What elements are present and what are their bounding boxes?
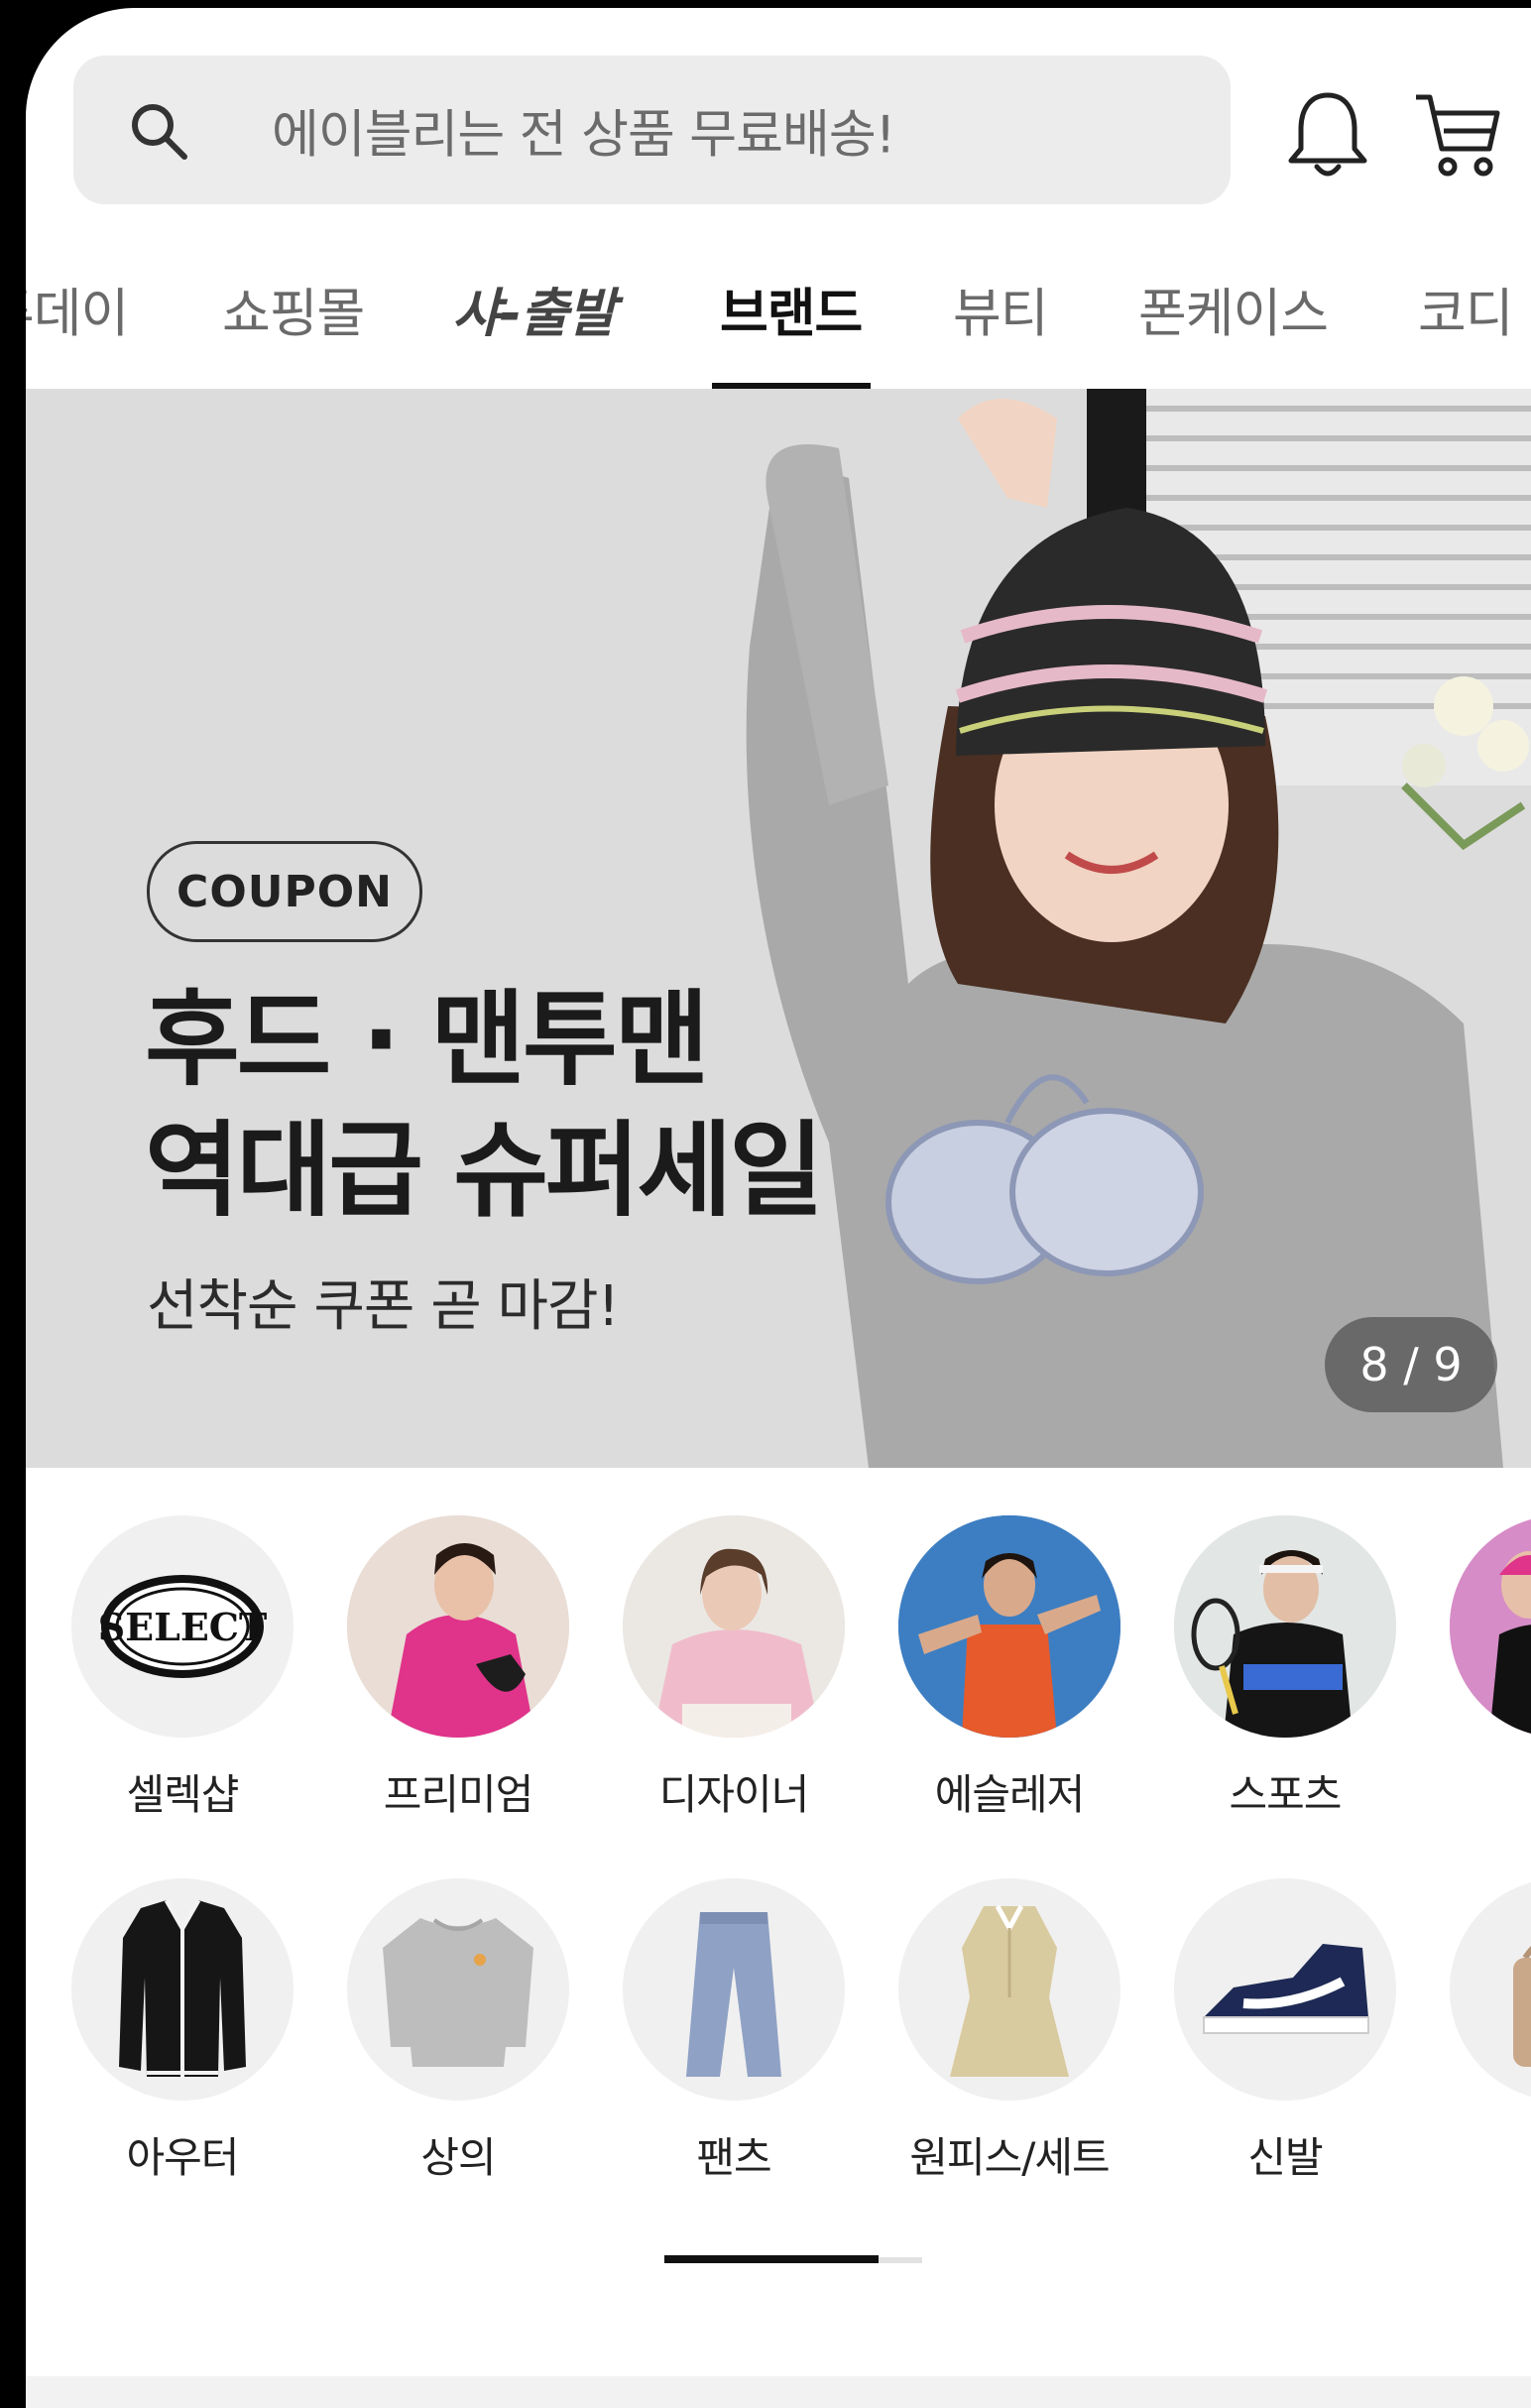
athleisure-thumb [898,1515,1120,1738]
designer-thumb [623,1515,845,1738]
category-label: 스포츠 [1229,1770,1343,1819]
category-label: 상의 [420,2133,496,2182]
designer-model-image [623,1515,845,1738]
promo-banner[interactable]: COUPON 후드 · 맨투맨 역대급 슈퍼세일 선착순 쿠폰 곧 마감! 8 … [26,389,1531,1468]
category-label: 가 [1450,2124,1531,2185]
category-label: 팬츠 [696,2133,771,2182]
category-partial-1[interactable]: 스 [1450,1515,1531,1822]
partial-model-image [1450,1515,1531,1738]
category-label: 에슬레저 [934,1770,1086,1819]
model-photo [710,389,1531,1468]
app-screen: 에이블리는 전 상품 무료배송! 투데이 쇼핑몰 샤-출발 브랜드 뷰티 폰케이… [26,8,1531,2408]
tab-brand[interactable]: 브랜드 [720,272,863,347]
banner-subtitle: 선착순 쿠폰 곧 마감! [147,1274,620,1339]
category-designer[interactable]: 디자이너 [623,1515,845,1822]
tab-shoppingmall[interactable]: 쇼핑몰 [222,272,365,347]
selectshop-thumb: SELECT [71,1515,294,1738]
onepiece-thumb [898,1878,1120,2101]
select-logo: SELECT [98,1575,268,1678]
search-placeholder: 에이블리는 전 상품 무료배송! [272,105,896,166]
category-tabs: 투데이 쇼핑몰 샤-출발 브랜드 뷰티 폰케이스 코디 [26,256,1531,390]
bag-image [1513,1946,1531,2067]
category-partial-2[interactable]: 가 [1450,1878,1531,2185]
category-label: 프리미엄 [383,1770,534,1819]
category-sports[interactable]: 스포츠 [1174,1515,1396,1822]
partial-thumb-2 [1450,1878,1531,2101]
category-label: 디자이너 [658,1770,810,1819]
sports-thumb [1174,1515,1396,1738]
tab-beauty[interactable]: 뷰티 [953,272,1049,347]
tab-sha-departure[interactable]: 샤-출발 [452,272,616,347]
category-label: 원피스/세트 [909,2133,1110,2182]
jeans-image [686,1912,781,2077]
cart-icon[interactable] [1412,87,1501,182]
premium-model-image [347,1515,569,1738]
category-premium[interactable]: 프리미엄 [347,1515,569,1822]
premium-thumb [347,1515,569,1738]
category-onepiece-set[interactable]: 원피스/세트 [898,1878,1120,2185]
bottom-divider [26,2376,1531,2408]
category-shoes[interactable]: 신발 [1174,1878,1396,2185]
bell-icon[interactable] [1283,87,1372,182]
banner-page-indicator: 8 / 9 [1325,1317,1497,1412]
search-bar[interactable]: 에이블리는 전 상품 무료배송! [73,56,1231,204]
search-icon [132,104,187,160]
category-athleisure[interactable]: 에슬레저 [898,1515,1120,1822]
category-outer[interactable]: 아우터 [71,1878,294,2185]
sports-model-image [1174,1515,1396,1738]
partial-thumb [1450,1515,1531,1738]
category-top[interactable]: 상의 [347,1878,569,2185]
tab-codi[interactable]: 코디 [1418,272,1514,347]
category-label: 신발 [1247,2133,1323,2182]
shoes-thumb [1174,1878,1396,2101]
coupon-badge: COUPON [147,841,422,942]
category-pants[interactable]: 팬츠 [623,1878,845,2185]
category-label: 스 [1450,1761,1531,1822]
category-label: 셀렉샵 [126,1770,240,1819]
svg-text:SELECT: SELECT [98,1605,268,1649]
dress-image [950,1904,1069,2077]
category-selectshop[interactable]: SELECT 셀렉샵 [71,1515,294,1822]
sweatshirt-image [383,1918,533,2067]
banner-title: 후드 · 맨투맨 역대급 슈퍼세일 [145,974,824,1236]
athleisure-model-image [898,1515,1120,1738]
sneaker-image [1203,1944,1369,2034]
top-thumb [347,1878,569,2101]
banner-title-line2: 역대급 슈퍼세일 [145,1110,824,1231]
tab-today[interactable]: 투데이 [26,272,129,347]
tab-phonecase[interactable]: 폰케이스 [1138,272,1329,347]
outer-thumb [71,1878,294,2101]
pants-thumb [623,1878,845,2101]
category-label: 아우터 [126,2133,240,2182]
banner-title-line1: 후드 · 맨투맨 [145,979,709,1100]
jacket-image [119,1898,246,2077]
category-scroll-thumb[interactable] [664,2255,879,2263]
